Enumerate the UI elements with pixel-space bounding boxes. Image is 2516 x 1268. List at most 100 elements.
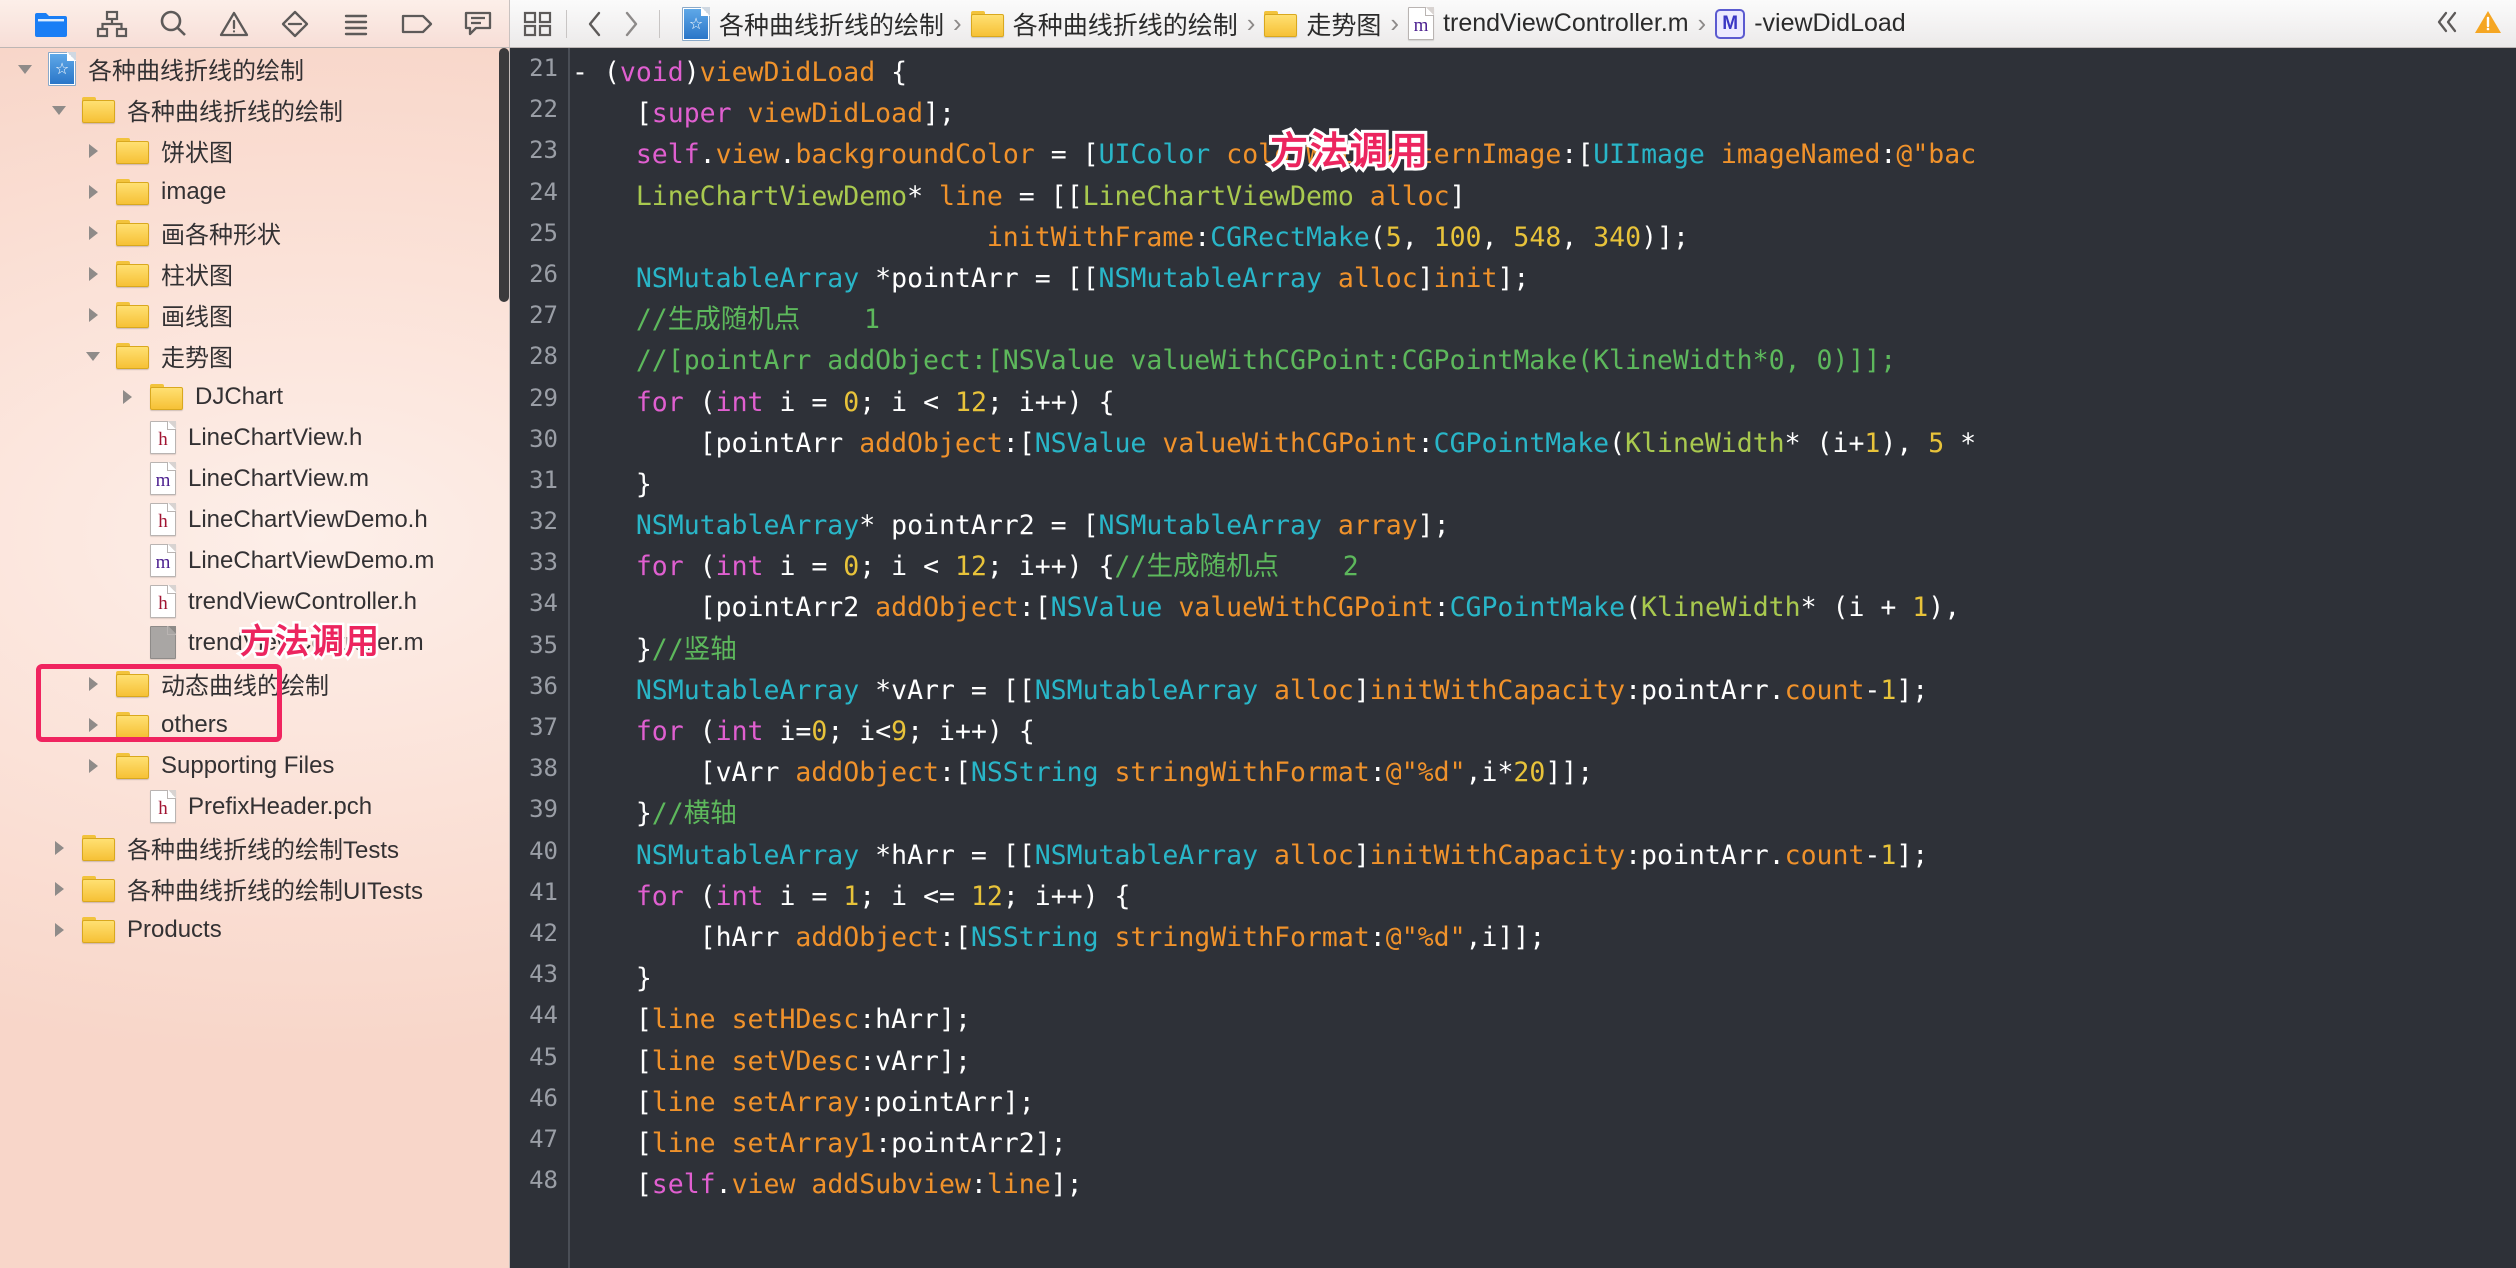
navigator-scrollbar[interactable] [499, 48, 509, 302]
navigator-row[interactable]: 饼状图 [0, 130, 509, 171]
navigator-row-label: Supporting Files [161, 751, 335, 779]
m-file-icon: m [150, 462, 176, 495]
back-button[interactable] [577, 2, 613, 46]
hierarchy-icon[interactable] [81, 1, 142, 47]
folder-icon [116, 342, 149, 369]
twisty-right-icon[interactable] [46, 880, 72, 898]
project-navigator[interactable]: ☆ 各种曲线折线的绘制 各种曲线折线的绘制 饼状图 image 画各种形状 柱状图 画线图 走势… [0, 48, 510, 1268]
navigator-row[interactable]: 各种曲线折线的绘制UITests [0, 868, 509, 909]
twisty-right-icon[interactable] [80, 716, 106, 734]
project-icon: ☆ [682, 6, 710, 41]
navigator-row[interactable]: m LineChartView.m [0, 458, 509, 499]
code-line: [super viewDidLoad]; [572, 98, 955, 130]
warning-icon[interactable] [203, 1, 264, 47]
method-icon: M [1715, 8, 1746, 39]
folder-icon [82, 96, 115, 123]
code-line: [hArr addObject:[NSString stringWithForm… [572, 921, 1546, 953]
twisty-right-icon[interactable] [80, 306, 106, 324]
twisty-right-icon[interactable] [80, 183, 106, 201]
line-number: 43 [529, 960, 558, 989]
navigator-row[interactable]: 各种曲线折线的绘制 [0, 89, 509, 130]
breadcrumb-item-subgroup[interactable]: 走势图 [1258, 2, 1387, 46]
twisty-right-icon[interactable] [46, 921, 72, 939]
breadcrumb-item-method[interactable]: M -viewDidLoad [1709, 2, 1911, 46]
source-editor[interactable]: 21 22 23 24 25 26 27 28 29 30 31 32 33 34 35 36 37 38 39 40… [510, 48, 2516, 1268]
breadcrumb-item-group[interactable]: 各种曲线折线的绘制 [965, 2, 1244, 46]
navigator-row[interactable]: 动态曲线的绘制 [0, 663, 509, 704]
line-number: 24 [529, 177, 558, 206]
navigator-row-label: 各种曲线折线的绘制Tests [127, 837, 400, 864]
breadcrumb-item-file[interactable]: m trendViewController.m [1402, 2, 1694, 46]
breadcrumb: ☆ 各种曲线折线的绘制 › 各种曲线折线的绘制 › 走势图 › m trendV… [676, 2, 1912, 46]
code-line: }//竖轴 [572, 633, 737, 665]
twisty-right-icon[interactable] [114, 388, 140, 406]
breadcrumb-separator: › [1697, 8, 1707, 38]
breadcrumb-item-project[interactable]: ☆ 各种曲线折线的绘制 [676, 2, 950, 46]
line-number: 29 [529, 383, 558, 412]
navigator-row[interactable]: 走势图 [0, 335, 509, 376]
twisty-right-icon[interactable] [80, 757, 106, 775]
search-icon[interactable] [142, 1, 203, 47]
navigator-row[interactable]: others [0, 704, 509, 745]
folder-icon[interactable] [20, 1, 81, 47]
debug-icon[interactable] [326, 1, 387, 47]
code-line: //生成随机点 1 [635, 304, 881, 336]
breadcrumb-label: 各种曲线折线的绘制 [1012, 11, 1238, 40]
breadcrumb-label: 走势图 [1306, 11, 1382, 40]
code-line: [line setArray:pointArr]; [572, 1086, 1035, 1118]
code-line: for (int i = 0; i < 12; i++) { [635, 386, 1115, 418]
navigator-row-label: 各种曲线折线的绘制 [88, 58, 304, 85]
twisty-right-icon[interactable] [80, 265, 106, 283]
twisty-right-icon[interactable] [80, 142, 106, 160]
main-area: ☆ 各种曲线折线的绘制 各种曲线折线的绘制 饼状图 image 画各种形状 柱状图 画线图 走势… [0, 48, 2516, 1268]
h-file-icon: h [150, 421, 176, 454]
navigator-row[interactable]: DJChart [0, 376, 509, 417]
navigator-row[interactable]: ☆ 各种曲线折线的绘制 [0, 48, 509, 89]
test-icon[interactable] [265, 1, 326, 47]
twisty-down-icon[interactable] [80, 347, 106, 365]
navigator-row[interactable]: h LineChartViewDemo.h [0, 499, 509, 540]
twisty-down-icon[interactable] [12, 60, 38, 78]
navigator-row[interactable]: h PrefixHeader.pch [0, 786, 509, 827]
navigator-row[interactable]: m LineChartViewDemo.m [0, 540, 509, 581]
forward-button[interactable] [613, 2, 649, 46]
code-line: self.view.backgroundColor = [UIColor col… [635, 139, 1977, 171]
xcode-window: ☆ 各种曲线折线的绘制 › 各种曲线折线的绘制 › 走势图 › m trendV… [0, 0, 2516, 1268]
code-line: NSMutableArray *vArr = [[NSMutableArray … [635, 674, 1929, 706]
line-number: 26 [529, 259, 558, 288]
breakpoint-icon[interactable] [387, 1, 448, 47]
navigator-row-label: Products [127, 915, 222, 943]
navigator-row[interactable]: 各种曲线折线的绘制Tests [0, 827, 509, 868]
folder-icon [970, 10, 1004, 37]
twisty-right-icon[interactable] [46, 839, 72, 857]
line-number: 36 [529, 671, 558, 700]
warning-status-icon[interactable] [2474, 9, 2502, 40]
report-icon[interactable] [448, 1, 509, 47]
navigator-row-label: 画各种形状 [161, 222, 281, 249]
editor-layout-icon[interactable] [520, 2, 556, 46]
navigator-row[interactable]: Supporting Files [0, 745, 509, 786]
line-number: 42 [529, 918, 558, 947]
navigator-row[interactable]: Products [0, 909, 509, 950]
folder-icon [82, 916, 115, 943]
code-line: } [572, 963, 652, 995]
h-file-icon: h [150, 585, 176, 618]
twisty-down-icon[interactable] [46, 101, 72, 119]
breadcrumb-bar: ☆ 各种曲线折线的绘制 › 各种曲线折线的绘制 › 走势图 › m trendV… [510, 0, 2516, 47]
line-number: 48 [529, 1166, 558, 1195]
navigator-row[interactable]: h LineChartView.h [0, 417, 509, 458]
twisty-right-icon[interactable] [80, 675, 106, 693]
line-number: 39 [529, 795, 558, 824]
navigator-row-label: 动态曲线的绘制 [161, 673, 329, 700]
navigator-row[interactable]: 画线图 [0, 294, 509, 335]
hide-utilities-icon[interactable] [2434, 9, 2460, 40]
line-number: 45 [529, 1042, 558, 1071]
line-number: 41 [529, 877, 558, 906]
navigator-row[interactable]: 柱状图 [0, 253, 509, 294]
twisty-right-icon[interactable] [80, 224, 106, 242]
code-content[interactable]: - (void)viewDidLoad { [super viewDidLoad… [572, 48, 2516, 1268]
toolbar: ☆ 各种曲线折线的绘制 › 各种曲线折线的绘制 › 走势图 › m trendV… [0, 0, 2516, 48]
navigator-row[interactable]: image [0, 171, 509, 212]
m-file-icon: m [1408, 7, 1435, 40]
navigator-row[interactable]: 画各种形状 [0, 212, 509, 253]
